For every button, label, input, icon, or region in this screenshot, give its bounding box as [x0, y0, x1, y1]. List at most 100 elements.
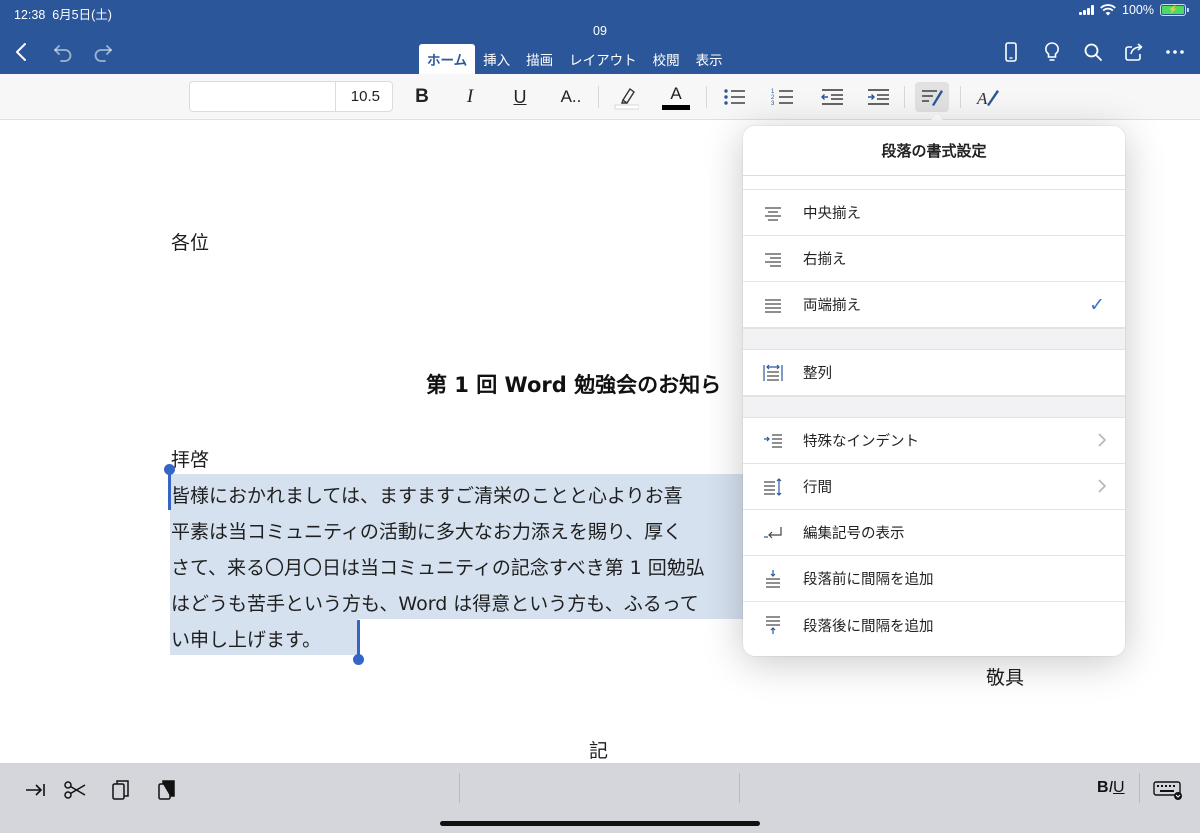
formatting-marks-option[interactable]: 編集記号の表示 — [743, 510, 1125, 556]
paste-button[interactable] — [152, 775, 182, 805]
checkmark-icon: ✓ — [1089, 294, 1105, 316]
redo-icon — [94, 45, 112, 62]
text-effects-button[interactable]: A.. — [556, 82, 586, 112]
search-button[interactable] — [1075, 38, 1110, 66]
battery-icon: ⚡ — [1160, 4, 1189, 16]
highlighter-icon — [614, 87, 639, 110]
underline-label: U — [513, 86, 527, 107]
special-indent-icon — [764, 433, 782, 448]
increase-indent-icon — [868, 89, 889, 105]
title-bar: 12:38 6月5日(土) 100% ⚡ 09 ホーム 挿入 描画 レイアウト … — [0, 0, 1200, 74]
option-label: 行間 — [803, 480, 832, 496]
closing-text: 敬具 — [986, 667, 1025, 689]
italic-button[interactable]: I — [456, 82, 484, 112]
battery-percent: 100% — [1122, 3, 1154, 17]
font-name-field[interactable] — [190, 82, 336, 111]
body-line: い申し上げます。 — [171, 629, 322, 651]
tab-home[interactable]: ホーム — [419, 44, 476, 74]
font-color-button[interactable]: A — [660, 82, 692, 112]
chevron-right-icon — [1097, 478, 1107, 498]
tab-review[interactable]: 校閲 — [645, 44, 688, 74]
align-justify-icon — [765, 298, 781, 313]
redo-button[interactable] — [89, 38, 117, 66]
decrease-indent-icon — [821, 89, 843, 105]
highlight-button[interactable] — [611, 82, 641, 112]
clock: 12:38 — [14, 8, 46, 22]
selection-end-bar — [357, 620, 360, 658]
space-after-option[interactable]: 段落後に間隔を追加 — [743, 602, 1125, 648]
align-right-option[interactable]: 右揃え — [743, 236, 1125, 282]
back-button[interactable] — [8, 38, 36, 66]
popover-spacer — [743, 176, 1125, 190]
ribbon-divider — [598, 86, 599, 108]
tab-view[interactable]: 表示 — [688, 44, 731, 74]
distribute-option[interactable]: 整列 — [743, 350, 1125, 396]
numbered-list-icon: 123 — [771, 89, 793, 107]
status-time: 12:38 6月5日(土) — [14, 4, 112, 23]
undo-button[interactable] — [49, 38, 77, 66]
salutation-text: 拝啓 — [171, 449, 210, 471]
option-label: 中央揃え — [803, 206, 861, 222]
copy-button[interactable] — [106, 775, 136, 805]
date: 6月5日(土) — [52, 8, 112, 22]
popover-section-gap — [743, 396, 1125, 418]
tab-key-button[interactable] — [20, 775, 50, 805]
bold-button[interactable]: B — [408, 82, 436, 112]
share-button[interactable] — [1116, 38, 1151, 66]
cut-button[interactable] — [60, 775, 90, 805]
tab-layout[interactable]: レイアウト — [561, 44, 645, 74]
document-title: 09 — [593, 24, 607, 38]
align-justify-option[interactable]: 両端揃え ✓ — [743, 282, 1125, 328]
cellular-signal-icon — [1079, 5, 1095, 15]
ribbon-divider — [960, 86, 961, 108]
home-ribbon: 10.5 B I U A.. A 123 A — [0, 74, 1200, 120]
document-heading: 第 1 回 Word 勉強会のお知ら — [426, 373, 722, 397]
chevron-right-icon — [1097, 432, 1107, 452]
space-before-icon — [766, 569, 780, 588]
option-label: 編集記号の表示 — [803, 526, 905, 542]
increase-indent-button[interactable] — [862, 82, 894, 112]
option-label: 両端揃え — [803, 298, 861, 314]
body-line: はどうも苦手という方も、Word は得意という方も、ふるって — [171, 593, 699, 615]
bar-divider — [459, 773, 460, 803]
toolbar-actions — [993, 38, 1192, 66]
option-label: 特殊なインデント — [803, 434, 919, 450]
space-before-option[interactable]: 段落前に間隔を追加 — [743, 556, 1125, 602]
lightbulb-icon — [1044, 42, 1059, 61]
ki-text: 記 — [589, 740, 609, 762]
paragraph-format-icon — [922, 90, 943, 106]
scissors-icon — [64, 781, 86, 799]
line-spacing-option[interactable]: 行間 — [743, 464, 1125, 510]
align-center-icon — [765, 206, 781, 221]
mobile-view-button[interactable] — [993, 38, 1028, 66]
underline-button[interactable]: U — [506, 82, 534, 112]
more-button[interactable] — [1157, 38, 1192, 66]
selection-end-handle[interactable] — [353, 654, 364, 665]
decrease-indent-button[interactable] — [816, 82, 848, 112]
paste-icon — [158, 780, 175, 800]
bold-italic-underline-button[interactable]: BIU — [1097, 779, 1125, 797]
tab-draw[interactable]: 描画 — [518, 44, 561, 74]
tab-insert[interactable]: 挿入 — [475, 44, 518, 74]
status-indicators: 100% ⚡ — [1079, 3, 1189, 17]
paragraph-format-button[interactable] — [915, 82, 949, 112]
chevron-left-icon — [16, 43, 26, 61]
wifi-icon — [1100, 4, 1116, 16]
special-indent-option[interactable]: 特殊なインデント — [743, 418, 1125, 464]
styles-button[interactable]: A — [971, 82, 1005, 112]
tell-me-button[interactable] — [1034, 38, 1069, 66]
ribbon-divider — [706, 86, 707, 108]
align-center-option[interactable]: 中央揃え — [743, 190, 1125, 236]
bullets-button[interactable] — [718, 82, 750, 112]
ellipsis-icon — [1165, 50, 1184, 54]
font-size-field[interactable]: 10.5 — [351, 88, 380, 105]
body-line: 平素は当コミュニティの活動に多大なお力添えを賜り、厚く — [171, 521, 683, 543]
hide-keyboard-button[interactable] — [1150, 775, 1186, 805]
line-spacing-icon — [764, 477, 782, 496]
numbering-button[interactable]: 123 — [766, 82, 798, 112]
option-label: 段落後に間隔を追加 — [803, 618, 934, 635]
option-label: 段落前に間隔を追加 — [803, 572, 934, 588]
search-icon — [1084, 43, 1102, 61]
svg-text:A: A — [976, 89, 988, 108]
selection-start-bar — [168, 470, 171, 510]
